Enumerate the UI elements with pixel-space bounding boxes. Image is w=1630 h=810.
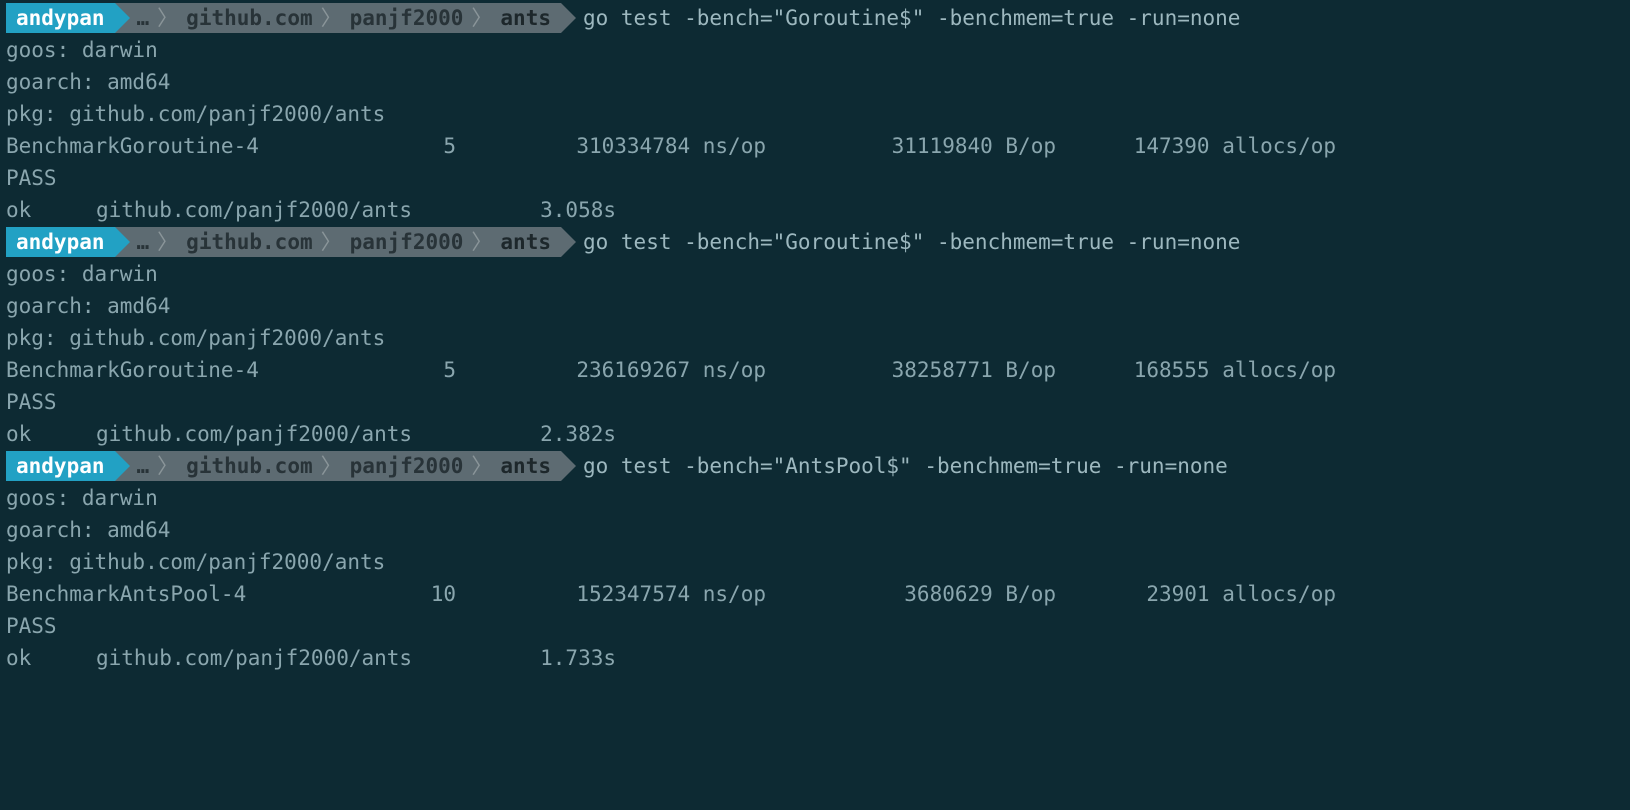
bench-name: BenchmarkAntsPool-4 (6, 578, 386, 610)
path-part-0: … (137, 226, 150, 258)
ok-pkg: github.com/panjf2000/ants (96, 642, 516, 674)
path-part-2: panjf2000 (350, 2, 464, 34)
path-part-0: … (137, 450, 150, 482)
output-goos: goos: darwin (6, 482, 1624, 514)
prompt-user: andypan (16, 450, 105, 482)
bench-allocs: 147390 allocs/op (1066, 130, 1336, 162)
bench-nsop: 152347574 ns/op (466, 578, 776, 610)
path-part-1: github.com (186, 450, 312, 482)
terminal-window[interactable]: andypan … 〉 github.com 〉 panjf2000 〉 ant… (0, 0, 1630, 674)
prompt-path-segment: … 〉 github.com 〉 panjf2000 〉 ants (115, 3, 561, 33)
path-part-0: … (137, 2, 150, 34)
benchmark-row: BenchmarkGoroutine-4 5 310334784 ns/op 3… (6, 130, 1624, 162)
bench-bop: 3680629 B/op (776, 578, 1066, 610)
path-part-2: panjf2000 (350, 450, 464, 482)
chevron-right-icon: 〉 (471, 2, 492, 34)
bench-bop: 31119840 B/op (776, 130, 1066, 162)
output-goos: goos: darwin (6, 258, 1624, 290)
bench-allocs: 168555 allocs/op (1066, 354, 1336, 386)
output-pass: PASS (6, 162, 1624, 194)
path-part-1: github.com (186, 226, 312, 258)
prompt-user-segment: andypan (6, 3, 115, 33)
bench-nsop: 236169267 ns/op (466, 354, 776, 386)
benchmark-row: BenchmarkAntsPool-4 10 152347574 ns/op 3… (6, 578, 1624, 610)
chevron-right-icon: 〉 (321, 2, 342, 34)
path-part-3: ants (500, 226, 551, 258)
chevron-right-icon: 〉 (321, 226, 342, 258)
prompt-path-segment: … 〉 github.com 〉 panjf2000 〉 ants (115, 451, 561, 481)
command-input[interactable]: go test -bench="AntsPool$" -benchmem=tru… (583, 450, 1228, 482)
bench-allocs: 23901 allocs/op (1066, 578, 1336, 610)
output-goarch: goarch: amd64 (6, 66, 1624, 98)
chevron-right-icon: 〉 (471, 450, 492, 482)
output-goarch: goarch: amd64 (6, 514, 1624, 546)
output-pkg: pkg: github.com/panjf2000/ants (6, 98, 1624, 130)
prompt-line: andypan … 〉 github.com 〉 panjf2000 〉 ant… (6, 2, 1624, 34)
prompt-user: andypan (16, 226, 105, 258)
bench-name: BenchmarkGoroutine-4 (6, 354, 386, 386)
output-pkg: pkg: github.com/panjf2000/ants (6, 546, 1624, 578)
ok-pkg: github.com/panjf2000/ants (96, 418, 516, 450)
prompt-line: andypan … 〉 github.com 〉 panjf2000 〉 ant… (6, 226, 1624, 258)
chevron-right-icon: 〉 (157, 226, 178, 258)
chevron-right-icon: 〉 (157, 450, 178, 482)
ok-label: ok (6, 642, 96, 674)
benchmark-row: BenchmarkGoroutine-4 5 236169267 ns/op 3… (6, 354, 1624, 386)
ok-label: ok (6, 194, 96, 226)
ok-label: ok (6, 418, 96, 450)
bench-nsop: 310334784 ns/op (466, 130, 776, 162)
ok-time: 2.382s (516, 418, 616, 450)
bench-n: 10 (386, 578, 466, 610)
output-goarch: goarch: amd64 (6, 290, 1624, 322)
chevron-right-icon: 〉 (157, 2, 178, 34)
output-pkg: pkg: github.com/panjf2000/ants (6, 322, 1624, 354)
path-part-2: panjf2000 (350, 226, 464, 258)
bench-name: BenchmarkGoroutine-4 (6, 130, 386, 162)
path-part-1: github.com (186, 2, 312, 34)
output-ok: ok github.com/panjf2000/ants 1.733s (6, 642, 1624, 674)
output-ok: ok github.com/panjf2000/ants 2.382s (6, 418, 1624, 450)
output-pass: PASS (6, 386, 1624, 418)
prompt-path-segment: … 〉 github.com 〉 panjf2000 〉 ants (115, 227, 561, 257)
bench-n: 5 (386, 354, 466, 386)
ok-time: 1.733s (516, 642, 616, 674)
output-ok: ok github.com/panjf2000/ants 3.058s (6, 194, 1624, 226)
prompt-line: andypan … 〉 github.com 〉 panjf2000 〉 ant… (6, 450, 1624, 482)
path-part-3: ants (500, 2, 551, 34)
prompt-user-segment: andypan (6, 227, 115, 257)
chevron-right-icon: 〉 (471, 226, 492, 258)
chevron-right-icon: 〉 (321, 450, 342, 482)
command-input[interactable]: go test -bench="Goroutine$" -benchmem=tr… (583, 2, 1240, 34)
prompt-user: andypan (16, 2, 105, 34)
output-pass: PASS (6, 610, 1624, 642)
prompt-user-segment: andypan (6, 451, 115, 481)
output-goos: goos: darwin (6, 34, 1624, 66)
command-input[interactable]: go test -bench="Goroutine$" -benchmem=tr… (583, 226, 1240, 258)
path-part-3: ants (500, 450, 551, 482)
ok-pkg: github.com/panjf2000/ants (96, 194, 516, 226)
bench-n: 5 (386, 130, 466, 162)
bench-bop: 38258771 B/op (776, 354, 1066, 386)
ok-time: 3.058s (516, 194, 616, 226)
